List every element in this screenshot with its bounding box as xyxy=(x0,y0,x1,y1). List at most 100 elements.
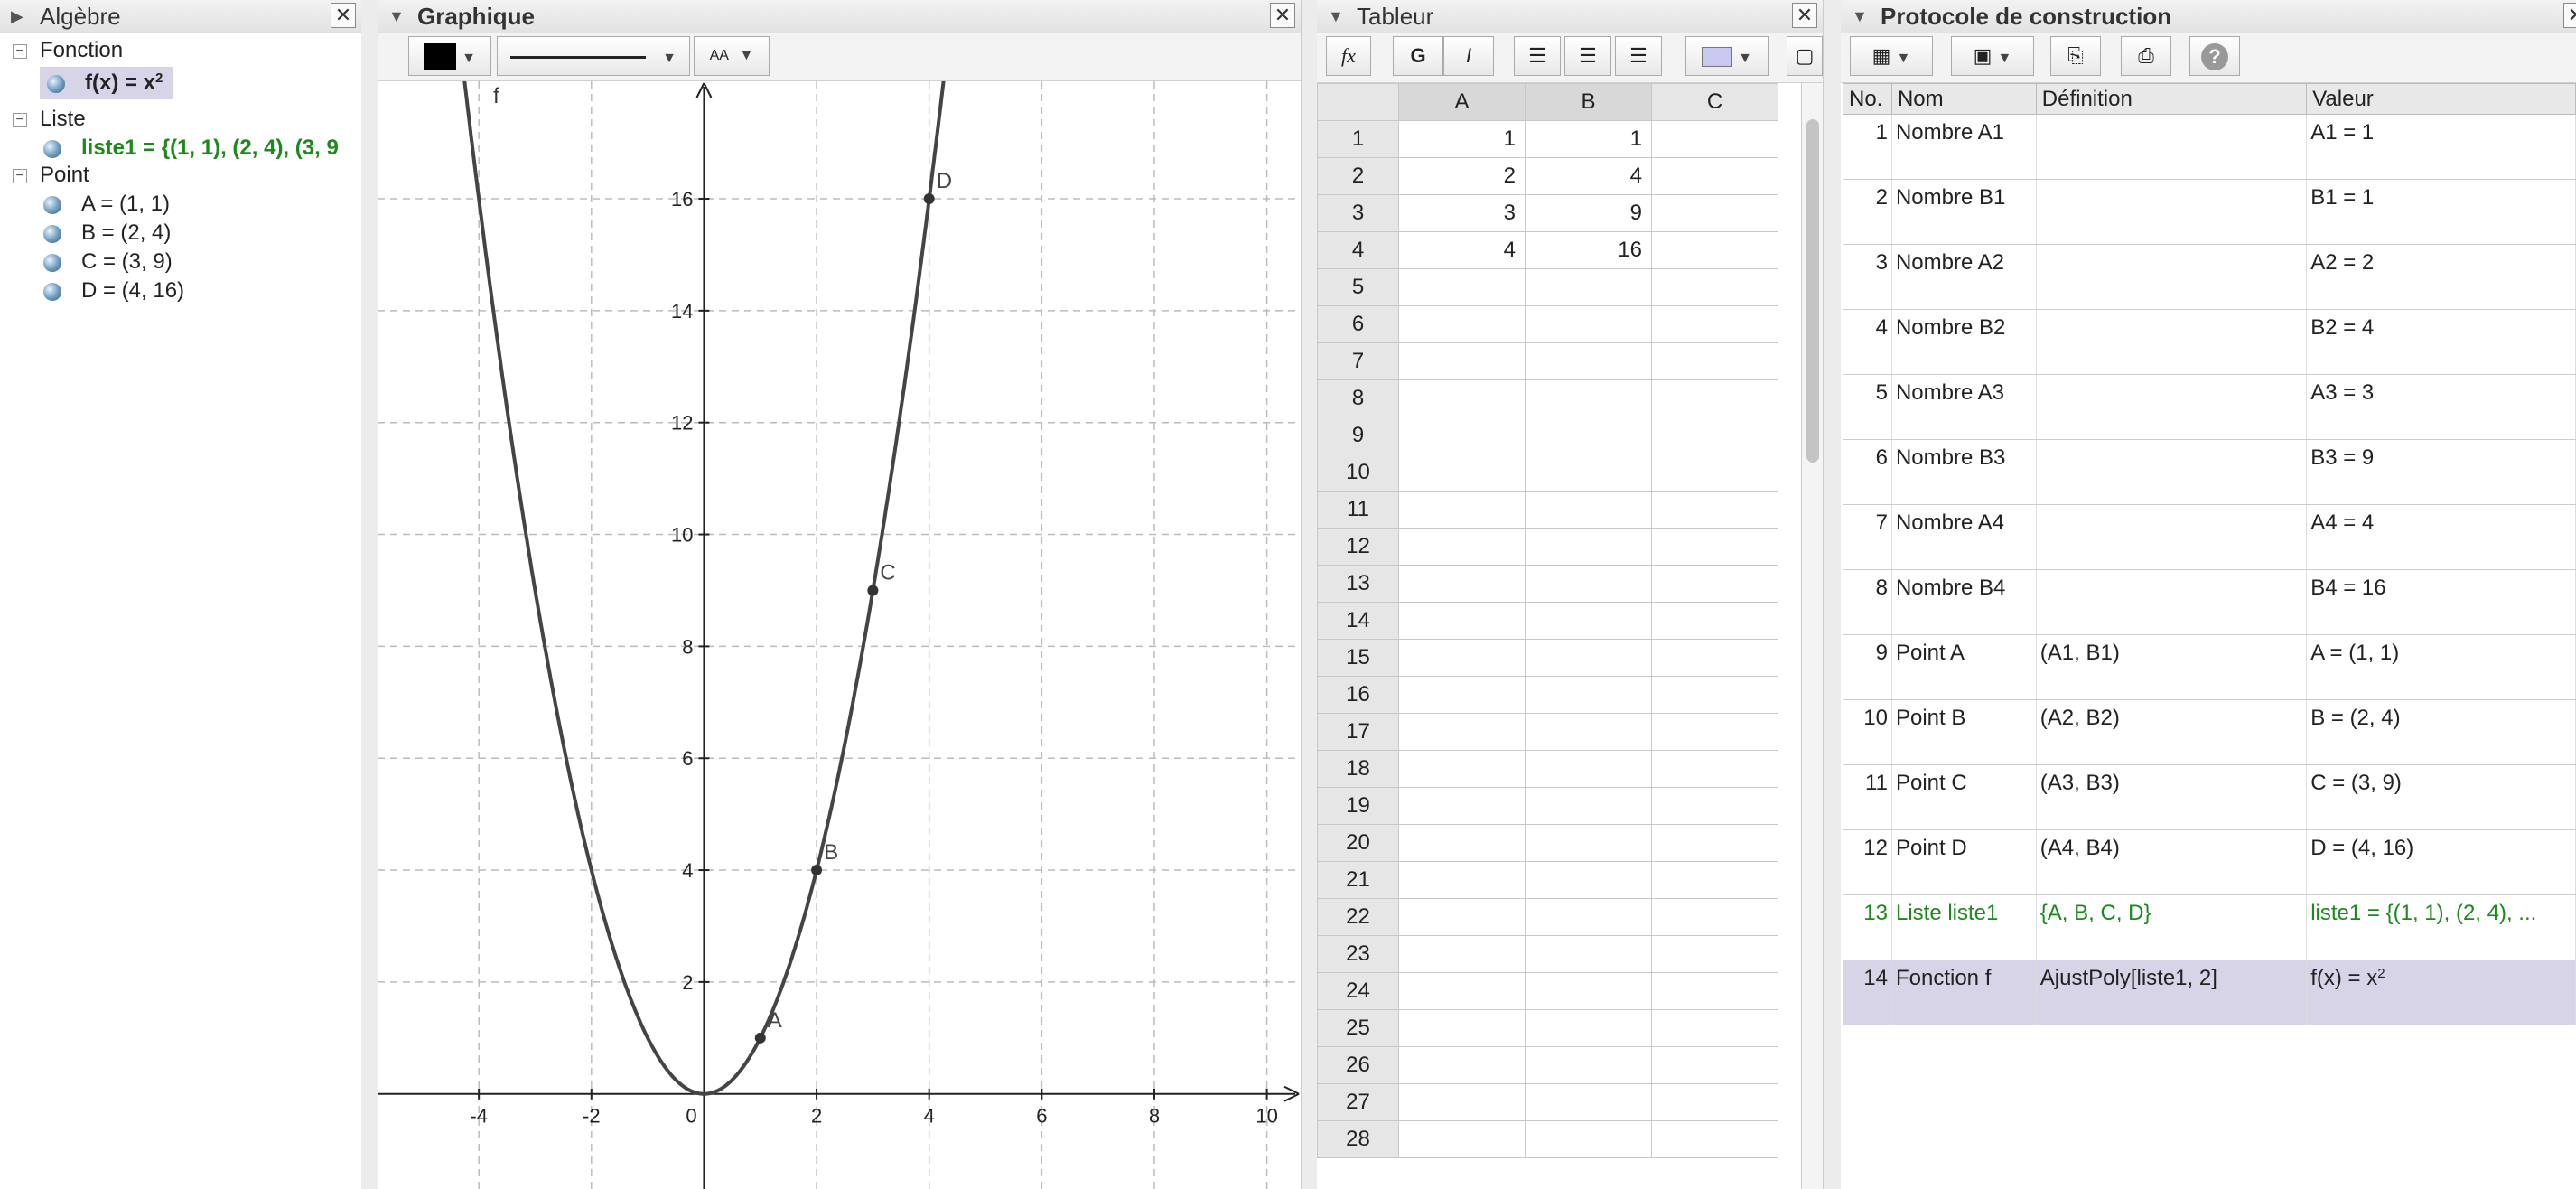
sheet-row[interactable]: 21 xyxy=(1317,861,1778,899)
cell-a[interactable] xyxy=(1398,972,1526,1010)
sheet-row[interactable]: 25 xyxy=(1317,1009,1778,1047)
collapse-triangle-icon[interactable]: ▼ xyxy=(388,0,405,33)
cell-b[interactable] xyxy=(1525,1009,1652,1047)
export-button[interactable]: ⎘ xyxy=(2050,36,2101,76)
cell-b[interactable] xyxy=(1525,379,1652,417)
cell-b[interactable] xyxy=(1525,824,1652,862)
cell-c[interactable] xyxy=(1651,379,1778,417)
row-header[interactable]: 26 xyxy=(1317,1046,1399,1084)
column-header[interactable]: C xyxy=(1651,83,1778,121)
row-header[interactable]: 21 xyxy=(1317,861,1399,899)
sheet-row[interactable]: 20 xyxy=(1317,824,1778,862)
visibility-ball-icon[interactable] xyxy=(43,282,61,301)
cell-c[interactable] xyxy=(1651,713,1778,751)
cell-b[interactable] xyxy=(1525,491,1652,529)
cell-c[interactable] xyxy=(1651,1083,1778,1121)
cell-a[interactable] xyxy=(1398,1083,1526,1121)
columns-button[interactable]: ▦ ▼ xyxy=(1850,36,1933,76)
cell-b[interactable] xyxy=(1525,787,1652,825)
row-header[interactable]: 1 xyxy=(1317,120,1399,158)
column-header[interactable]: No. xyxy=(1843,83,1892,115)
cell-a[interactable] xyxy=(1398,454,1526,492)
cell-c[interactable] xyxy=(1651,861,1778,899)
row-header[interactable]: 4 xyxy=(1317,231,1399,269)
cell-b[interactable]: 1 xyxy=(1525,120,1652,158)
cell-b[interactable] xyxy=(1525,713,1652,751)
cell-c[interactable] xyxy=(1651,602,1778,640)
help-button[interactable]: ? xyxy=(2189,36,2240,76)
align-center-button[interactable]: ☰ xyxy=(1564,36,1611,76)
cell-a[interactable] xyxy=(1398,268,1526,306)
cell-b[interactable] xyxy=(1525,602,1652,640)
cell-b[interactable] xyxy=(1525,898,1652,936)
collapse-minus-icon[interactable]: − xyxy=(13,112,27,127)
cell-c[interactable] xyxy=(1651,120,1778,158)
cell-a[interactable] xyxy=(1398,1120,1526,1158)
bold-button[interactable]: G xyxy=(1393,36,1443,76)
protocol-row[interactable]: 11 Point C (A3, B3) C = (3, 9) xyxy=(1843,764,2576,830)
cell-b[interactable] xyxy=(1525,1120,1652,1158)
row-header[interactable]: 23 xyxy=(1317,935,1399,973)
splitter[interactable] xyxy=(361,0,378,1189)
column-header[interactable]: B xyxy=(1525,83,1652,121)
cell-b[interactable] xyxy=(1525,268,1652,306)
sheet-row[interactable]: 224 xyxy=(1317,157,1778,195)
protocol-row[interactable]: 13 Liste liste1 {A, B, C, D} liste1 = {(1, … xyxy=(1843,894,2576,960)
algebra-item-A[interactable]: A = (1, 1) xyxy=(43,192,170,217)
row-header[interactable]: 25 xyxy=(1317,1009,1399,1047)
options-button[interactable]: ▣ ▼ xyxy=(1951,36,2034,76)
cell-b[interactable] xyxy=(1525,1046,1652,1084)
line-style-button[interactable]: ▼ xyxy=(497,36,690,76)
cell-c[interactable] xyxy=(1651,935,1778,973)
column-header[interactable]: Valeur xyxy=(2306,83,2576,115)
cell-c[interactable] xyxy=(1651,528,1778,566)
row-header[interactable]: 3 xyxy=(1317,194,1399,232)
cell-a[interactable] xyxy=(1398,342,1526,380)
protocol-row[interactable]: 14 Fonction f AjustPoly[liste1, 2] f(x) = x… xyxy=(1843,960,2576,1025)
protocol-row[interactable]: 4 Nombre B2 B2 = 4 xyxy=(1843,309,2576,375)
cell-c[interactable] xyxy=(1651,491,1778,529)
cell-a[interactable]: 1 xyxy=(1398,120,1526,158)
cell-a[interactable] xyxy=(1398,898,1526,936)
protocol-row[interactable]: 6 Nombre B3 B3 = 9 xyxy=(1843,439,2576,505)
protocol-row[interactable]: 2 Nombre B1 B1 = 1 xyxy=(1843,179,2576,245)
close-icon[interactable]: ✕ xyxy=(331,3,356,28)
cell-c[interactable] xyxy=(1651,972,1778,1010)
algebra-item-C[interactable]: C = (3, 9) xyxy=(43,249,173,275)
cell-a[interactable] xyxy=(1398,528,1526,566)
row-header[interactable]: 8 xyxy=(1317,379,1399,417)
border-button[interactable]: ▢ xyxy=(1787,36,1823,76)
sheet-row[interactable]: 26 xyxy=(1317,1046,1778,1084)
cell-b[interactable] xyxy=(1525,972,1652,1010)
collapse-triangle-icon[interactable]: ▶ xyxy=(11,0,23,33)
row-header[interactable]: 6 xyxy=(1317,305,1399,343)
visibility-ball-icon[interactable] xyxy=(43,195,61,214)
protocol-row[interactable]: 8 Nombre B4 B4 = 16 xyxy=(1843,569,2576,635)
row-header[interactable]: 9 xyxy=(1317,417,1399,454)
scrollbar-track[interactable] xyxy=(1801,83,1823,1189)
row-header[interactable]: 10 xyxy=(1317,454,1399,492)
scrollbar-thumb[interactable] xyxy=(1806,119,1819,463)
cell-c[interactable] xyxy=(1651,898,1778,936)
cell-c[interactable] xyxy=(1651,1120,1778,1158)
text-style-button[interactable]: AA ▼ xyxy=(694,36,770,76)
protocol-row[interactable]: 10 Point B (A2, B2) B = (2, 4) xyxy=(1843,699,2576,765)
sheet-row[interactable]: 9 xyxy=(1317,417,1778,454)
splitter[interactable] xyxy=(1823,0,1843,1189)
row-header[interactable]: 28 xyxy=(1317,1120,1399,1158)
cell-b[interactable] xyxy=(1525,565,1652,603)
cell-c[interactable] xyxy=(1651,157,1778,195)
protocol-row[interactable]: 3 Nombre A2 A2 = 2 xyxy=(1843,244,2576,310)
visibility-ball-icon[interactable] xyxy=(43,139,61,158)
cell-c[interactable] xyxy=(1651,231,1778,269)
cell-c[interactable] xyxy=(1651,824,1778,862)
visibility-ball-icon[interactable] xyxy=(43,253,61,272)
row-header[interactable]: 14 xyxy=(1317,602,1399,640)
sheet-row[interactable]: 339 xyxy=(1317,194,1778,232)
close-icon[interactable]: ✕ xyxy=(1792,3,1817,28)
protocol-row[interactable]: 1 Nombre A1 A1 = 1 xyxy=(1843,114,2576,180)
sheet-row[interactable]: 10 xyxy=(1317,454,1778,492)
category-fonction[interactable]: − Fonction xyxy=(13,38,123,63)
cell-a[interactable] xyxy=(1398,602,1526,640)
cell-b[interactable] xyxy=(1525,639,1652,677)
